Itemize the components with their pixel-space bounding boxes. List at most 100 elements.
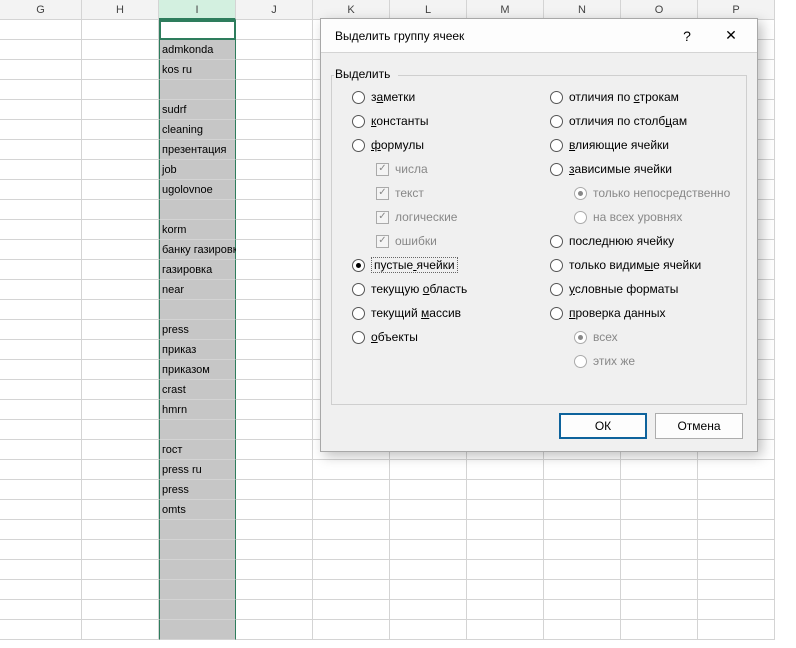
cell[interactable] [467,600,544,620]
cell[interactable] [698,580,775,600]
cell[interactable] [0,260,82,280]
cell[interactable] [159,20,236,40]
cell[interactable] [313,560,390,580]
cell[interactable] [467,500,544,520]
cell[interactable] [0,20,82,40]
cell[interactable] [390,460,467,480]
cell[interactable] [159,560,236,580]
cell[interactable] [82,120,159,140]
column-header-h[interactable]: H [82,0,159,20]
cell[interactable] [159,80,236,100]
ok-button[interactable]: ОК [559,413,647,439]
cell[interactable] [544,560,621,580]
cell[interactable] [0,140,82,160]
column-header-n[interactable]: N [544,0,621,20]
cell[interactable] [0,380,82,400]
cell[interactable] [313,520,390,540]
cell[interactable] [0,540,82,560]
cell[interactable] [0,180,82,200]
cell[interactable] [82,400,159,420]
cell[interactable] [82,620,159,640]
cell[interactable]: omts [159,500,236,520]
column-header-m[interactable]: M [467,0,544,20]
cell[interactable] [236,340,313,360]
cell[interactable] [0,580,82,600]
cell[interactable] [0,520,82,540]
cell[interactable] [82,500,159,520]
cell[interactable] [698,520,775,540]
column-header-g[interactable]: G [0,0,82,20]
cell[interactable] [236,480,313,500]
cell[interactable] [236,200,313,220]
cell[interactable] [0,560,82,580]
radio-отличия-по-строкам[interactable]: отличия по строкам [550,89,730,105]
radio-формулы[interactable]: формулы [352,137,467,153]
cell[interactable] [159,540,236,560]
cell[interactable] [236,100,313,120]
cell[interactable] [82,280,159,300]
cell[interactable] [621,580,698,600]
cell[interactable] [467,620,544,640]
cell[interactable]: korm [159,220,236,240]
cell[interactable] [236,620,313,640]
cell[interactable] [0,460,82,480]
cell[interactable] [467,520,544,540]
cell[interactable] [82,520,159,540]
cell[interactable] [467,460,544,480]
cell[interactable] [621,540,698,560]
cell[interactable] [82,220,159,240]
cell[interactable] [390,500,467,520]
cell[interactable] [390,580,467,600]
cell[interactable] [82,460,159,480]
cell[interactable] [236,460,313,480]
cell[interactable] [0,100,82,120]
cell[interactable]: приказом [159,360,236,380]
cell[interactable] [236,420,313,440]
cell[interactable] [236,440,313,460]
cell[interactable] [236,400,313,420]
cell[interactable] [621,600,698,620]
cell[interactable] [236,40,313,60]
cell[interactable] [82,440,159,460]
column-header-i[interactable]: I [159,0,236,20]
cell[interactable] [236,140,313,160]
cell[interactable] [544,500,621,520]
cell[interactable] [698,620,775,640]
cell[interactable] [159,200,236,220]
column-header-k[interactable]: K [313,0,390,20]
cell[interactable] [159,620,236,640]
cell[interactable]: ugolovnoe [159,180,236,200]
cell[interactable] [0,40,82,60]
cell[interactable]: press [159,320,236,340]
column-header-l[interactable]: L [390,0,467,20]
cell[interactable] [82,480,159,500]
cell[interactable] [82,300,159,320]
cancel-button[interactable]: Отмена [655,413,743,439]
cell[interactable] [82,80,159,100]
cell[interactable] [236,280,313,300]
cell[interactable]: газировка [159,260,236,280]
radio-заметки[interactable]: заметки [352,89,467,105]
cell[interactable] [236,240,313,260]
cell[interactable] [0,300,82,320]
cell[interactable] [390,520,467,540]
cell[interactable] [390,480,467,500]
cell[interactable] [236,540,313,560]
cell[interactable] [0,60,82,80]
cell[interactable] [0,320,82,340]
cell[interactable] [313,580,390,600]
cell[interactable]: press ru [159,460,236,480]
cell[interactable]: crast [159,380,236,400]
cell[interactable] [159,580,236,600]
cell[interactable] [698,480,775,500]
cell[interactable] [82,60,159,80]
cell[interactable] [544,460,621,480]
cell[interactable] [544,580,621,600]
cell[interactable] [82,600,159,620]
cell[interactable] [313,620,390,640]
cell[interactable] [0,620,82,640]
close-button[interactable]: ✕ [709,21,753,51]
cell[interactable]: приказ [159,340,236,360]
dialog-titlebar[interactable]: Выделить группу ячеек ? ✕ [321,19,757,53]
cell[interactable] [159,420,236,440]
